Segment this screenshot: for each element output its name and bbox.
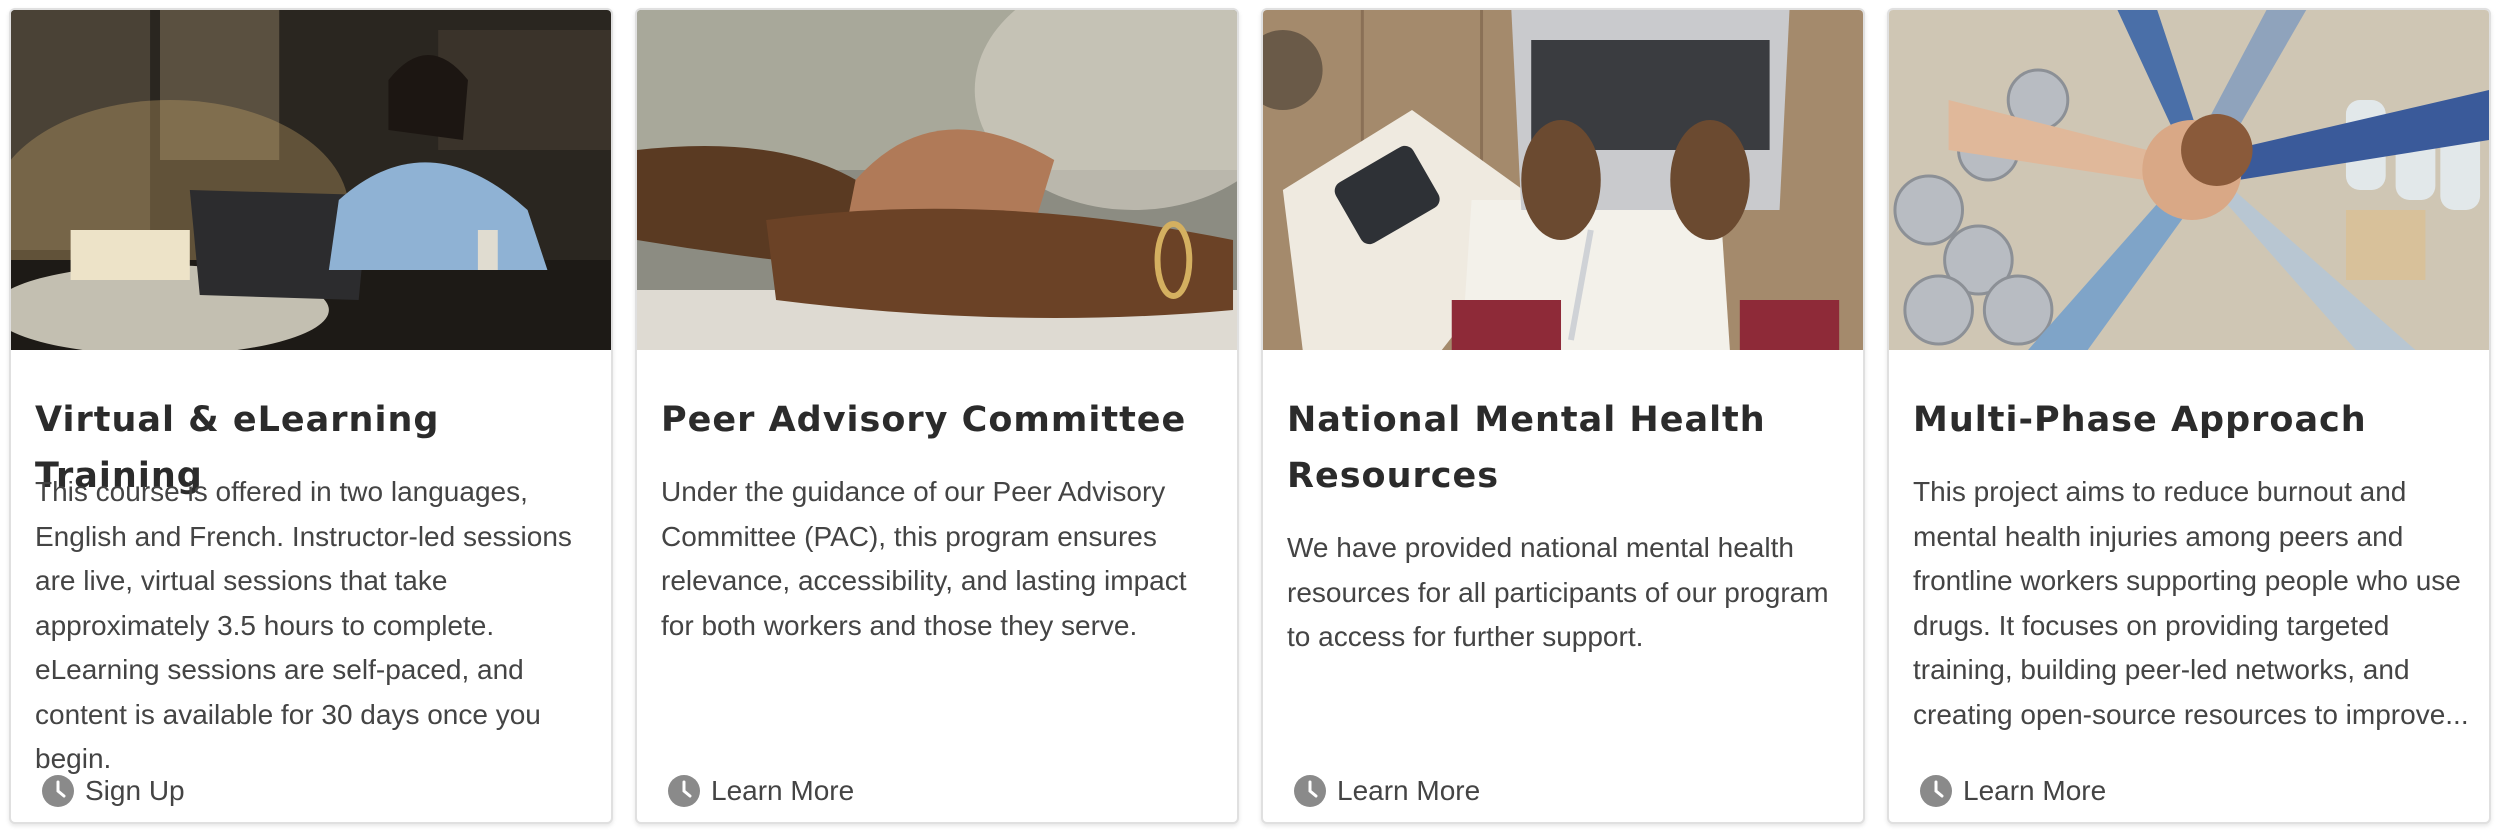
card-description: This course is offered in two languages,…: [35, 476, 572, 774]
card-image[interactable]: [11, 10, 611, 350]
sign-up-link[interactable]: Sign Up: [41, 774, 185, 808]
clock-icon: [42, 775, 74, 807]
card-description: This project aims to reduce burnout and …: [1913, 476, 2469, 730]
card-image[interactable]: [637, 10, 1237, 350]
action-label[interactable]: Learn More: [711, 775, 854, 807]
learn-more-link[interactable]: Learn More: [1919, 774, 2106, 808]
card-title: Multi-Phase Approach: [1913, 400, 2367, 440]
clock-icon: [1920, 775, 1952, 807]
card-multi-phase[interactable]: Multi-Phase Approach This project aims t…: [1887, 8, 2491, 824]
card-peer-advisory[interactable]: Peer Advisory Committee Under the guidan…: [635, 8, 1239, 824]
action-label[interactable]: Sign Up: [85, 775, 185, 807]
card-grid: Virtual & eLearning Training This course…: [0, 0, 2500, 839]
action-label[interactable]: Learn More: [1963, 775, 2106, 807]
card-description: We have provided national mental health …: [1287, 532, 1829, 652]
card-image[interactable]: [1889, 10, 2489, 350]
card-virtual-elearning[interactable]: Virtual & eLearning Training This course…: [9, 8, 613, 824]
clock-icon: [668, 775, 700, 807]
learn-more-link[interactable]: Learn More: [1293, 774, 1480, 808]
card-title: Peer Advisory Committee: [661, 400, 1187, 440]
learn-more-link[interactable]: Learn More: [667, 774, 854, 808]
action-label[interactable]: Learn More: [1337, 775, 1480, 807]
card-title: National Mental Health Resources: [1287, 400, 1766, 496]
card-description: Under the guidance of our Peer Advisory …: [661, 476, 1187, 641]
clock-icon: [1294, 775, 1326, 807]
card-national-mental-health[interactable]: National Mental Health Resources We have…: [1261, 8, 1865, 824]
card-image[interactable]: [1263, 10, 1863, 350]
